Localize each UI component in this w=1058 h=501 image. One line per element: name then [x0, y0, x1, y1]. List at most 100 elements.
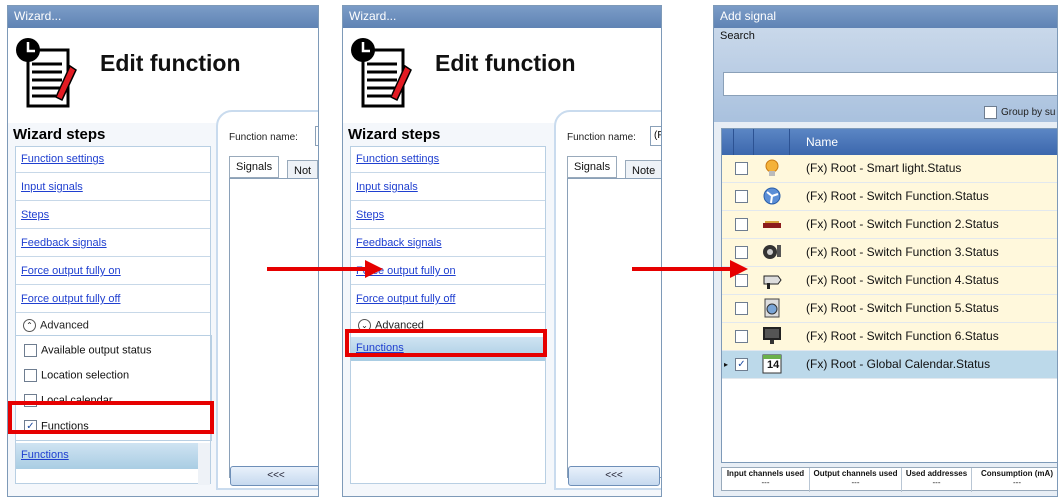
signal-name: (Fx) Root - Switch Function 5.Status — [806, 301, 999, 315]
function-icon — [351, 38, 412, 108]
function-icon — [16, 38, 77, 108]
divider — [16, 200, 210, 201]
scrollbar[interactable] — [198, 443, 210, 485]
group-by-option[interactable]: Group by su — [984, 106, 1055, 119]
signal-row[interactable]: (Fx) Root - Switch Function 5.Status — [722, 295, 1057, 323]
grid-header: Name — [722, 129, 1057, 155]
signal-row[interactable]: (Fx) Root - Switch Function.Status — [722, 183, 1057, 211]
page-title: Edit function — [100, 50, 241, 76]
search-input[interactable] — [723, 72, 1057, 96]
step-force-off[interactable]: Force output fully off — [21, 293, 120, 305]
footer-value: --- — [761, 478, 770, 487]
monitor-icon — [763, 327, 781, 344]
fan-icon — [763, 187, 781, 205]
back-button[interactable]: <<< — [230, 466, 318, 486]
checkbox[interactable] — [984, 106, 997, 119]
divider — [351, 228, 545, 229]
signal-name: (Fx) Root - Switch Function 2.Status — [806, 217, 999, 231]
signal-name: (Fx) Root - Switch Function 6.Status — [806, 329, 999, 343]
checkbox[interactable] — [24, 344, 37, 357]
function-name-input[interactable] — [315, 126, 318, 146]
checkbox[interactable] — [735, 218, 748, 231]
window-title: Add signal — [714, 6, 1057, 28]
footer-value: --- — [1013, 478, 1021, 487]
page-title: Edit function — [435, 50, 576, 76]
option-location-selection[interactable]: Location selection — [24, 369, 129, 382]
signal-name: (Fx) Root - Global Calendar.Status — [806, 357, 991, 371]
window-title: Wizard... — [8, 6, 318, 28]
wizard-steps-title: Wizard steps — [13, 126, 106, 143]
footer-value: --- — [932, 478, 941, 487]
header: Edit function — [8, 28, 318, 123]
signal-name: (Fx) Root - Switch Function 3.Status — [806, 245, 999, 259]
signal-row[interactable]: (Fx) Root - Switch Function 3.Status — [722, 239, 1057, 267]
divider — [351, 172, 545, 173]
header-cell — [734, 129, 754, 155]
signal-row[interactable]: (Fx) Root - Switch Function 2.Status — [722, 211, 1057, 239]
step-input-signals[interactable]: Input signals — [21, 181, 83, 193]
checkbox[interactable] — [735, 190, 748, 203]
tab-signals[interactable]: Signals — [229, 156, 280, 178]
signal-row[interactable]: (Fx) Root - Smart light.Status — [722, 155, 1057, 183]
signals-tab-body — [567, 178, 661, 478]
checkbox[interactable] — [735, 162, 748, 175]
step-steps[interactable]: Steps — [356, 209, 384, 221]
signals-tab-body — [229, 178, 318, 478]
usage-footer: Input channels used --- Output channels u… — [721, 467, 1057, 492]
selected-step-functions[interactable]: Functions — [16, 443, 210, 469]
header-cell — [722, 129, 734, 155]
search-label: Search — [720, 30, 755, 42]
back-button[interactable]: <<< — [568, 466, 660, 486]
signal-row-selected[interactable]: ▸ ✓ 14 (Fx) Root - Global Calendar.Status — [722, 351, 1057, 379]
footer-col: Consumption (mA) --- — [972, 468, 1057, 492]
divider — [16, 228, 210, 229]
step-force-off[interactable]: Force output fully off — [356, 293, 455, 305]
tab-signals[interactable]: Signals — [567, 156, 618, 178]
step-steps[interactable]: Steps — [21, 209, 49, 221]
function-editor-pane: Function name: Signals Not <<< — [216, 110, 318, 490]
light-bulb-icon — [765, 159, 779, 176]
step-input-signals[interactable]: Input signals — [356, 181, 418, 193]
group-by-label: Group by su — [1001, 107, 1056, 119]
checkbox[interactable] — [735, 330, 748, 343]
row-pointer-icon: ▸ — [724, 360, 729, 369]
signal-row[interactable]: (Fx) Root - Switch Function 4.Status — [722, 267, 1057, 295]
footer-col: Input channels used --- — [722, 468, 810, 492]
hair-dryer-icon — [763, 275, 782, 289]
function-name-input[interactable]: (F — [650, 126, 661, 146]
function-name-label: Function name: — [229, 132, 298, 143]
window-title: Wizard... — [343, 6, 661, 28]
footer-label: Consumption (mA) — [981, 469, 1053, 478]
heater-icon — [763, 221, 781, 228]
highlight-functions-step — [345, 329, 547, 357]
divider — [351, 200, 545, 201]
step-function-settings[interactable]: Function settings — [21, 153, 104, 165]
signal-row[interactable]: (Fx) Root - Switch Function 6.Status — [722, 323, 1057, 351]
function-name-label: Function name: — [567, 132, 636, 143]
washing-machine-icon — [764, 298, 780, 318]
option-label: Location selection — [41, 369, 130, 382]
checkbox-checked[interactable]: ✓ — [735, 358, 748, 371]
checkbox[interactable] — [24, 369, 37, 382]
advanced-toggle[interactable]: ⌃ Advanced — [23, 319, 89, 332]
footer-label: Input channels used — [726, 469, 805, 478]
footer-label: Output channels used — [813, 469, 898, 478]
checkbox[interactable] — [735, 302, 748, 315]
arrow-right-icon — [632, 260, 748, 278]
function-editor-pane: Function name: (F Signals Note <<< — [554, 110, 661, 490]
wizard-steps-title: Wizard steps — [348, 126, 441, 143]
advanced-label: Advanced — [40, 319, 89, 332]
step-force-on[interactable]: Force output fully on — [21, 265, 121, 277]
step-feedback-signals[interactable]: Feedback signals — [356, 237, 442, 249]
arrow-right-icon — [267, 260, 383, 278]
signal-name: (Fx) Root - Switch Function 4.Status — [806, 273, 999, 287]
step-feedback-signals[interactable]: Feedback signals — [21, 237, 107, 249]
step-function-settings[interactable]: Function settings — [356, 153, 439, 165]
add-signal-window: Add signal Search Group by su Name (Fx) … — [713, 5, 1058, 497]
option-available-output-status[interactable]: Available output status — [24, 344, 151, 357]
signal-name: (Fx) Root - Switch Function.Status — [806, 189, 989, 203]
divider — [16, 172, 210, 173]
column-name[interactable]: Name — [806, 135, 838, 149]
divider — [351, 312, 545, 313]
header: Edit function — [343, 28, 661, 123]
